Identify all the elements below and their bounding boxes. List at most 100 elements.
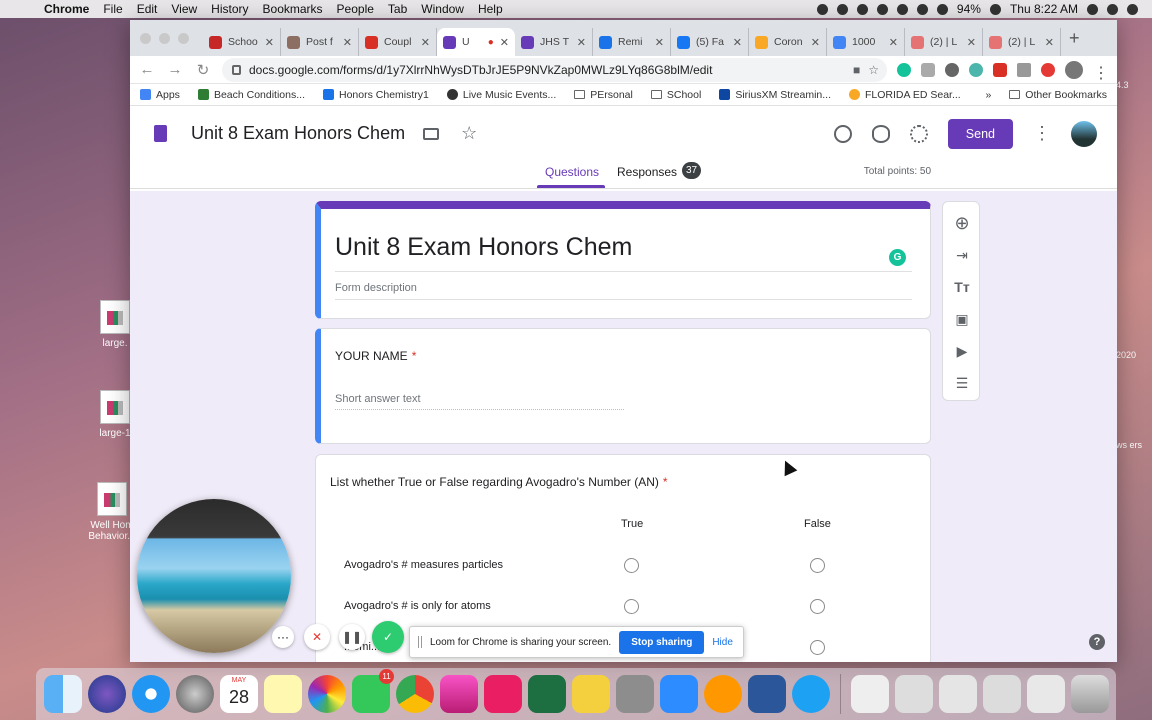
add-section-icon[interactable]: ☰	[953, 374, 971, 392]
profile-avatar[interactable]	[1065, 60, 1083, 79]
menu-window[interactable]: Window	[421, 2, 464, 16]
close-tab-icon[interactable]: ✕	[811, 36, 820, 49]
loom-finish-icon[interactable]: ✓	[372, 621, 404, 653]
screen-record-icon[interactable]	[836, 3, 848, 15]
close-tab-icon[interactable]: ✕	[500, 36, 509, 49]
extension-icon[interactable]	[921, 62, 935, 77]
menubar-clock[interactable]: Thu 8:22 AM	[1010, 2, 1078, 16]
bookmarks-overflow-button[interactable]: »	[985, 89, 991, 101]
lock-icon[interactable]	[232, 64, 241, 75]
add-video-icon[interactable]: ▶	[953, 342, 971, 360]
grammarly-icon[interactable]: G	[889, 249, 906, 266]
photos-icon[interactable]	[308, 675, 346, 713]
extension-icon[interactable]	[993, 62, 1007, 77]
move-to-folder-icon[interactable]	[423, 127, 440, 140]
siri-icon[interactable]	[1107, 3, 1118, 15]
preview-icon[interactable]	[616, 675, 654, 713]
stop-sharing-button[interactable]: Stop sharing	[619, 630, 705, 654]
menu-app-name[interactable]: Chrome	[44, 2, 89, 16]
radio-false[interactable]	[810, 640, 825, 655]
tab-questions[interactable]: Questions	[545, 165, 599, 179]
close-tab-icon[interactable]: ✕	[655, 36, 664, 49]
keychain-icon[interactable]	[704, 675, 742, 713]
messages-icon[interactable]	[792, 675, 830, 713]
browser-menu-icon[interactable]: ⋮	[1093, 63, 1109, 82]
bluetooth-icon[interactable]	[896, 3, 908, 15]
hummingbird-app-icon[interactable]	[484, 675, 522, 713]
pinterest-extension-icon[interactable]	[945, 62, 959, 77]
url-text[interactable]: docs.google.com/forms/d/1y7XlrrNhWysDTbJ…	[249, 63, 712, 77]
back-icon[interactable]: ←	[138, 61, 156, 78]
time-machine-icon[interactable]	[876, 3, 888, 15]
loom-more-icon[interactable]: ···	[272, 626, 294, 648]
browser-tab[interactable]: 1000 ✕	[827, 28, 905, 56]
import-questions-icon[interactable]: ⇥	[953, 246, 971, 264]
wifi-icon[interactable]	[916, 3, 928, 15]
form-title[interactable]: Unit 8 Exam Honors Chem	[335, 233, 632, 262]
notification-center-icon[interactable]	[1127, 3, 1138, 15]
bookmark-folder[interactable]: PErsonal	[574, 89, 633, 101]
close-tab-icon[interactable]: ✕	[733, 36, 742, 49]
other-bookmarks-folder[interactable]: Other Bookmarks	[1009, 89, 1117, 101]
menu-people[interactable]: People	[337, 2, 374, 16]
close-tab-icon[interactable]: ✕	[967, 36, 976, 49]
bookmark-item[interactable]: Honors Chemistry1	[323, 89, 429, 101]
grammarly-extension-icon[interactable]	[897, 62, 911, 77]
hide-button[interactable]: Hide	[712, 637, 733, 648]
more-options-icon[interactable]: ⋮	[1033, 123, 1051, 144]
camera-icon[interactable]: ■	[853, 63, 860, 77]
launchpad-icon[interactable]	[176, 675, 214, 713]
excel-icon[interactable]	[528, 675, 566, 713]
form-title-card[interactable]: Unit 8 Exam Honors Chem G Form descripti…	[315, 201, 931, 319]
menu-edit[interactable]: Edit	[137, 2, 158, 16]
add-title-icon[interactable]: Tт	[953, 278, 971, 296]
spotlight-icon[interactable]	[1087, 3, 1098, 15]
preview-eye-icon[interactable]	[871, 124, 890, 143]
browser-tab[interactable]: (5) Fa ✕	[671, 28, 749, 56]
add-image-icon[interactable]: ▣	[953, 310, 971, 328]
radio-true[interactable]	[624, 558, 639, 573]
browser-tab[interactable]: (2) | L ✕	[983, 28, 1061, 56]
loom-pause-icon[interactable]: ❚❚	[339, 624, 365, 650]
radio-false[interactable]	[810, 599, 825, 614]
chrome-icon[interactable]	[396, 675, 434, 713]
cloud-icon[interactable]	[856, 3, 868, 15]
forms-logo-icon[interactable]	[154, 125, 167, 142]
loom-cancel-icon[interactable]: ✕	[304, 624, 330, 650]
settings-gear-icon[interactable]	[909, 124, 928, 143]
menu-file[interactable]: File	[103, 2, 122, 16]
extension-icon[interactable]	[969, 62, 983, 77]
bookmark-apps[interactable]: Apps	[140, 89, 180, 101]
safari-icon[interactable]	[132, 675, 170, 713]
close-tab-icon[interactable]: ✕	[577, 36, 586, 49]
tab-responses[interactable]: Responses	[617, 165, 677, 179]
stickies-icon[interactable]	[572, 675, 610, 713]
close-tab-icon[interactable]: ✕	[343, 36, 352, 49]
document-title[interactable]: Unit 8 Exam Honors Chem	[191, 123, 405, 144]
battery-percent[interactable]: 94%	[957, 2, 981, 16]
drag-handle-icon[interactable]	[418, 636, 422, 648]
short-answer-field[interactable]: Short answer text	[335, 393, 624, 410]
loom-extension-icon[interactable]	[1041, 62, 1055, 77]
browser-tab[interactable]: Coupl ✕	[359, 28, 437, 56]
address-bar[interactable]: docs.google.com/forms/d/1y7XlrrNhWysDTbJ…	[222, 57, 887, 82]
notes-icon[interactable]	[264, 675, 302, 713]
account-avatar[interactable]	[1071, 120, 1097, 147]
browser-tab-active[interactable]: U ● ✕	[437, 28, 515, 56]
extension-icon[interactable]	[1017, 62, 1031, 77]
facetime-icon[interactable]: 11	[352, 669, 394, 713]
send-button[interactable]: Send	[947, 118, 1013, 149]
siri-icon[interactable]	[88, 675, 126, 713]
add-question-icon[interactable]: ⊕	[953, 213, 971, 233]
finder-icon[interactable]	[44, 675, 82, 713]
menu-help[interactable]: Help	[478, 2, 503, 16]
dock-document-thumbnail[interactable]	[895, 675, 933, 713]
close-tab-icon[interactable]: ✕	[421, 36, 430, 49]
star-icon[interactable]: ☆	[461, 123, 477, 144]
help-icon[interactable]: ?	[1089, 634, 1105, 650]
browser-tab[interactable]: Post f ✕	[281, 28, 359, 56]
zoom-window-button[interactable]	[178, 32, 189, 44]
volume-icon[interactable]	[936, 3, 948, 15]
bookmark-item[interactable]: Live Music Events...	[446, 89, 556, 101]
radio-true[interactable]	[624, 599, 639, 614]
